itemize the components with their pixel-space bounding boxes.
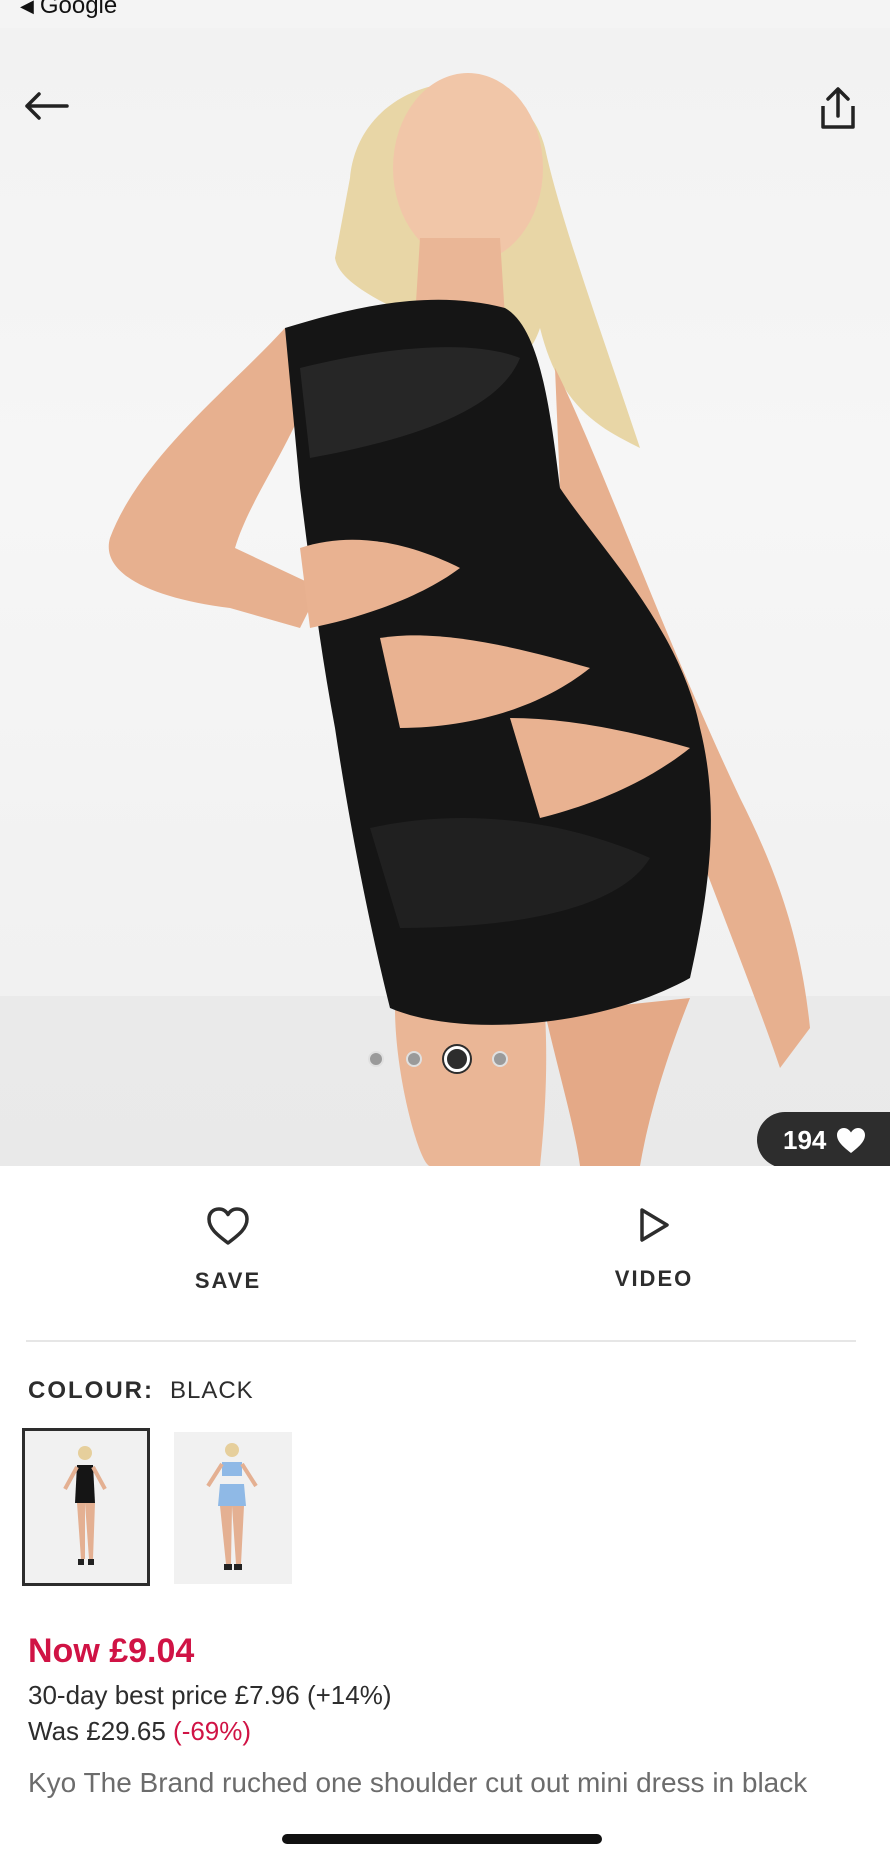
play-icon — [640, 1208, 669, 1242]
back-to-app-link[interactable]: ◀ Google — [20, 0, 117, 20]
swatch-black-thumbnail — [25, 1431, 147, 1583]
was-price: Was £29.65 (-69%) — [28, 1716, 251, 1747]
status-bar: ◀ Google — [0, 0, 890, 28]
swatch-blue-thumbnail — [174, 1432, 292, 1584]
colour-swatch-blue[interactable] — [174, 1432, 292, 1584]
current-price: Now £9.04 — [28, 1632, 195, 1670]
share-icon — [821, 87, 855, 129]
video-button[interactable]: VIDEO — [554, 1206, 754, 1292]
share-button[interactable] — [810, 80, 866, 136]
product-actions: SAVE VIDEO — [0, 1166, 890, 1341]
likes-badge: 194 — [757, 1112, 890, 1166]
save-button[interactable]: SAVE — [128, 1206, 328, 1294]
colour-swatch-black[interactable] — [22, 1428, 150, 1586]
best-price-note: 30-day best price £7.96 (+14%) — [28, 1680, 392, 1710]
product-title: Kyo The Brand ruched one shoulder cut ou… — [28, 1767, 808, 1798]
heart-icon — [207, 1207, 249, 1245]
colour-selector-heading: COLOUR: BLACK — [28, 1377, 254, 1405]
heart-filled-icon — [837, 1127, 866, 1153]
carousel-indicator — [368, 1046, 508, 1072]
save-label: SAVE — [194, 1268, 262, 1293]
colour-label: COLOUR: — [28, 1377, 154, 1404]
arrow-left-icon — [25, 92, 69, 120]
carousel-dot[interactable] — [368, 1051, 384, 1067]
colour-value: BLACK — [169, 1377, 254, 1404]
carousel-dot[interactable] — [492, 1051, 508, 1067]
video-label: VIDEO — [614, 1266, 694, 1291]
back-triangle-icon: ◀ — [20, 0, 34, 16]
back-button[interactable] — [18, 78, 74, 134]
home-indicator[interactable] — [282, 1834, 602, 1844]
likes-count: 194 — [783, 1124, 827, 1155]
carousel-dot-active[interactable] — [444, 1046, 470, 1072]
was-price-value: Was £29.65 — [28, 1716, 166, 1746]
carousel-dot[interactable] — [406, 1051, 422, 1067]
product-photo — [108, 73, 810, 1166]
discount-percent: (-69%) — [173, 1716, 252, 1746]
back-app-label: Google — [39, 0, 118, 19]
product-image-gallery[interactable]: 194 — [0, 28, 890, 1166]
divider — [26, 1340, 856, 1342]
